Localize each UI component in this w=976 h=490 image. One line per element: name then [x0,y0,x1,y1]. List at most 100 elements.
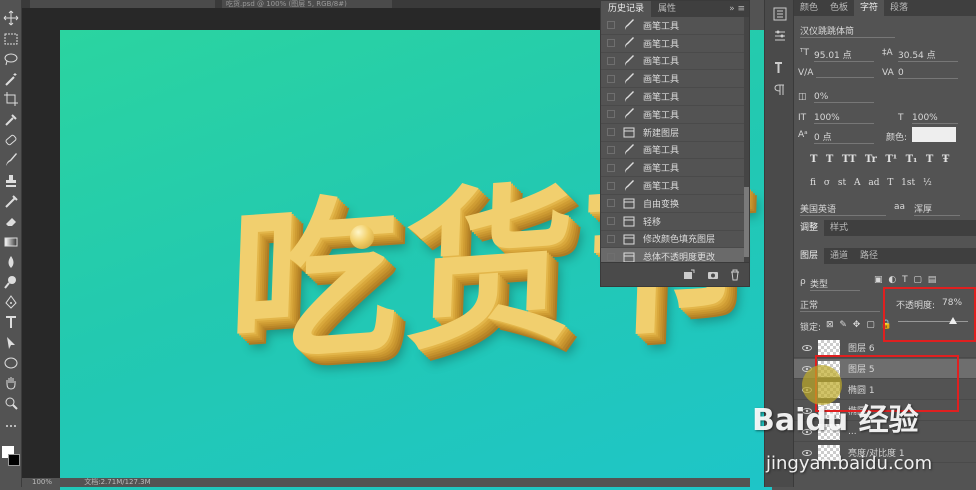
panel-menu-icon[interactable]: » ≡ [729,4,749,14]
history-item[interactable]: 画笔工具 [601,142,749,160]
history-item[interactable]: 轻移 [601,213,749,231]
blur-tool-icon[interactable] [3,254,19,270]
history-brush-icon[interactable] [3,193,19,209]
history-item[interactable]: 修改颜色填充图层 [601,231,749,249]
marquee-tool-icon[interactable] [3,31,19,47]
tab-properties[interactable]: 属性 [651,1,683,17]
history-checkbox[interactable] [607,74,615,83]
brush-tool-icon[interactable] [3,152,19,168]
stamp-tool-icon[interactable] [3,173,19,189]
text-color-swatch[interactable] [912,127,956,142]
layer-filter-icons[interactable]: ▣ ◐ T ▢ ▤ [874,275,936,285]
properties-panel-icon[interactable] [772,28,788,44]
history-panel-icon[interactable] [772,6,788,22]
history-item[interactable]: 画笔工具 [601,88,749,106]
tab-layers[interactable]: 图层 [794,248,825,264]
history-checkbox[interactable] [607,199,615,208]
healing-brush-icon[interactable] [3,132,19,148]
layer-filter-select[interactable]: 类型 [810,277,860,291]
horizontal-scale-input[interactable]: 100% [912,113,958,124]
magic-wand-icon[interactable] [3,71,19,87]
opentype-buttons[interactable]: fi σ st A ad T 1st ½ [810,178,932,188]
language-select[interactable]: 美国英语 [800,202,886,216]
paragraph-panel-icon[interactable] [772,82,788,98]
tab-styles[interactable]: 样式 [824,220,854,236]
history-checkbox[interactable] [607,128,615,137]
tab-color[interactable]: 颜色 [794,0,824,16]
layer-name[interactable]: 亮度/对比度 1 [848,446,905,459]
dodge-tool-icon[interactable] [3,274,19,290]
ellipse-tool-icon[interactable] [3,355,19,371]
history-item[interactable]: 新建图层 [601,124,749,142]
tab-paragraph[interactable]: 段落 [884,0,914,16]
trash-icon[interactable] [729,269,741,281]
lock-icons[interactable]: ⊠ ✎ ✥ ▢ 🔒 [826,320,892,330]
font-size-input[interactable]: 95.01 点 [814,48,874,62]
zoom-level[interactable]: 100% [32,478,52,486]
history-item[interactable]: 画笔工具 [601,35,749,53]
eraser-icon[interactable] [3,213,19,229]
history-item[interactable]: 画笔工具 [601,17,749,35]
blend-mode-select[interactable]: 正常 [800,298,880,312]
history-checkbox[interactable] [607,234,615,243]
history-item[interactable]: 画笔工具 [601,70,749,89]
leading-input[interactable]: 30.54 点 [898,48,958,62]
baseline-shift-input[interactable]: 0 点 [814,130,874,144]
camera-snapshot-icon[interactable] [707,269,719,281]
vertical-scale-input[interactable]: 100% [814,113,874,124]
history-checkbox[interactable] [607,56,615,65]
eye-icon[interactable] [802,448,812,458]
lasso-tool-icon[interactable] [3,51,19,67]
eye-icon[interactable] [802,427,812,437]
history-checkbox[interactable] [607,39,615,48]
tracking-input[interactable]: 0 [898,68,958,79]
background-color-swatch[interactable] [8,454,20,466]
layer-name[interactable]: ... [848,427,857,437]
history-item[interactable]: 画笔工具 [601,177,749,195]
antialias-select[interactable]: 浑厚 [914,202,960,216]
history-checkbox[interactable] [607,217,615,226]
history-checkbox[interactable] [607,181,615,190]
layer-row[interactable]: 亮度/对比度 1 [794,443,976,463]
tab-character[interactable]: 字符 [854,0,885,16]
history-checkbox[interactable] [607,92,615,101]
pen-tool-icon[interactable] [3,294,19,310]
history-checkbox[interactable] [607,110,615,119]
tab-history[interactable]: 历史记录 [601,1,652,17]
layer-row[interactable]: ... [794,422,976,442]
more-tools-icon[interactable] [3,418,19,434]
history-checkbox[interactable] [607,252,615,261]
crop-tool-icon[interactable] [3,91,19,107]
history-item[interactable]: 总体不透明度更改 [601,248,749,262]
zoom-tool-icon[interactable] [3,395,19,411]
layer-name[interactable]: 图层 6 [848,341,875,354]
history-item[interactable]: 画笔工具 [601,159,749,178]
history-checkbox[interactable] [607,21,615,30]
document-tab[interactable] [30,0,215,8]
history-checkbox[interactable] [607,163,615,172]
character-panel-icon[interactable] [772,60,788,76]
tab-channels[interactable]: 通道 [824,248,854,264]
hand-tool-icon[interactable] [3,375,19,391]
path-select-icon[interactable] [3,335,19,351]
history-checkbox[interactable] [607,145,615,154]
eye-icon[interactable] [802,343,812,353]
move-tool-icon[interactable] [3,10,19,26]
type-tool-icon[interactable] [3,314,19,330]
new-document-from-state-icon[interactable] [683,269,695,281]
type-style-buttons[interactable]: T T TT Tr T¹ T₁ T Ŧ [810,154,949,165]
gradient-tool-icon[interactable] [3,234,19,250]
document-tab-active[interactable]: 吃货.psd @ 100% (图层 5, RGB/8#) [222,0,392,8]
history-item[interactable]: 自由变换 [601,195,749,213]
eyedropper-icon[interactable] [3,112,19,128]
kerning-input[interactable] [816,68,874,78]
tab-swatches[interactable]: 色板 [824,0,854,16]
history-scrollbar[interactable] [744,17,749,262]
history-item[interactable]: 画笔工具 [601,106,749,124]
scrollbar-thumb[interactable] [744,187,749,257]
eye-icon[interactable] [802,406,812,416]
scale-input[interactable]: 0% [814,92,874,103]
font-family-select[interactable]: 汉仪跳跳体简 [800,24,895,38]
tab-paths[interactable]: 路径 [854,248,884,264]
history-item[interactable]: 画笔工具 [601,53,749,71]
